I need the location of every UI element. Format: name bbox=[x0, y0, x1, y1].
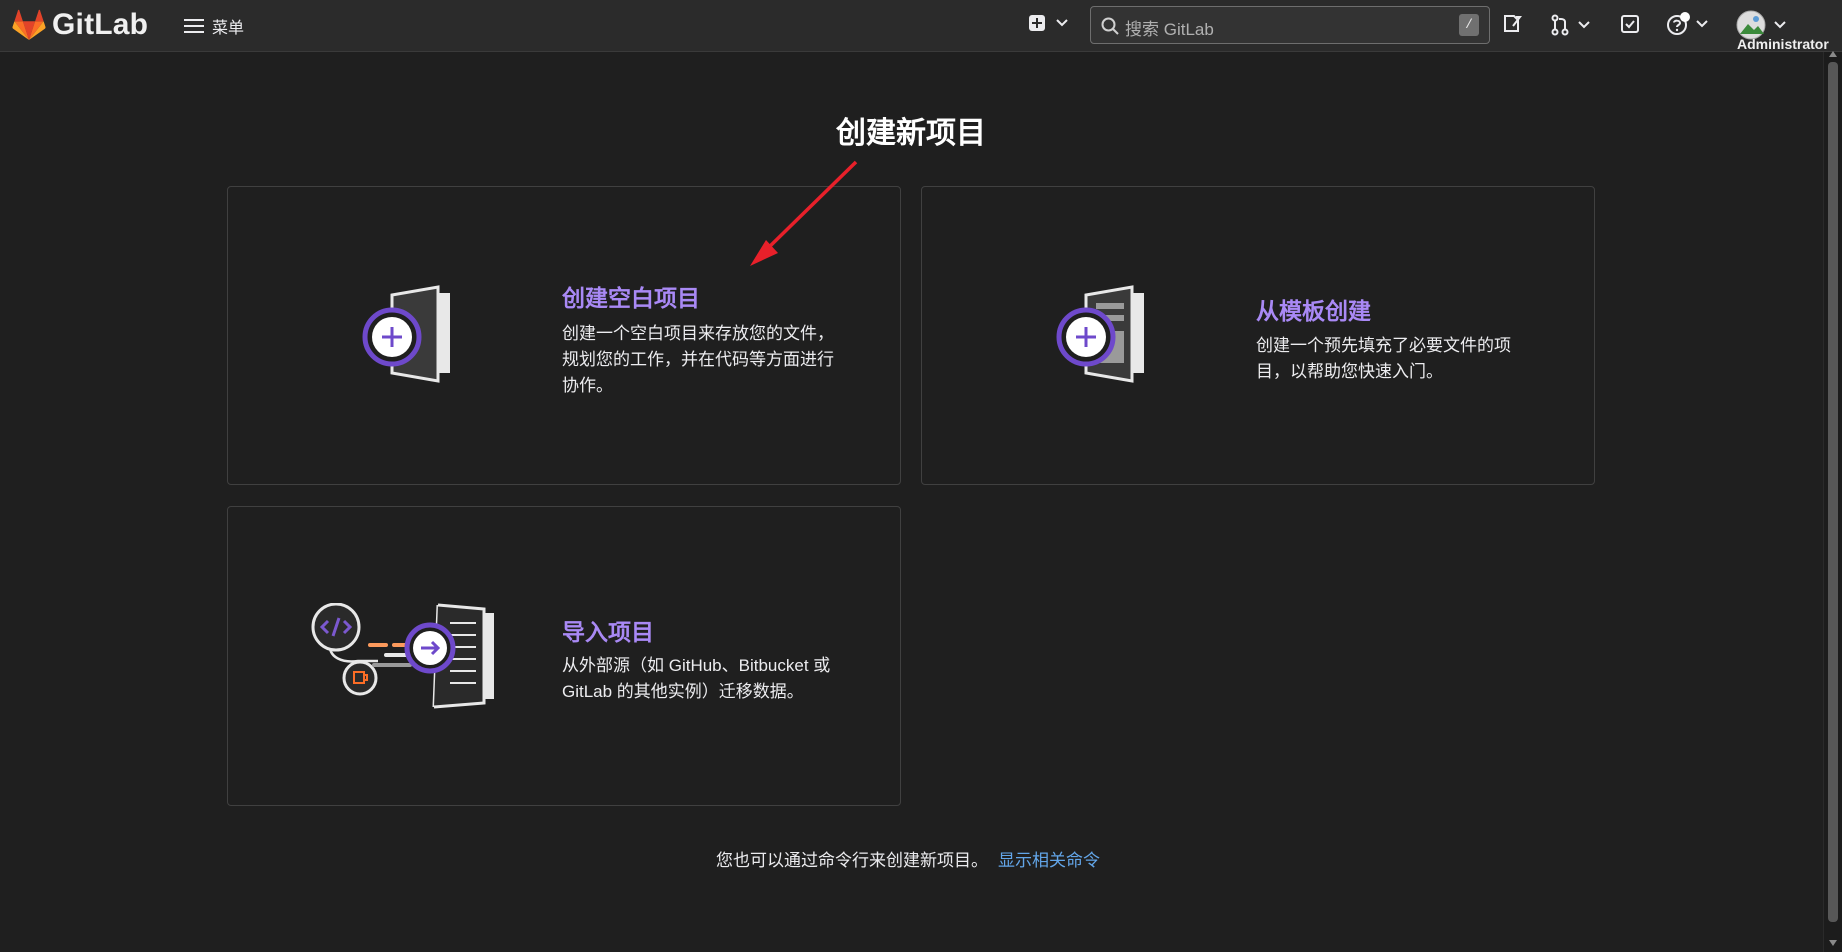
menu-label: 菜单 bbox=[212, 20, 245, 37]
import-project-card[interactable]: 导入项目 从外部源（如 GitHub、Bitbucket 或 GitLab 的其… bbox=[227, 506, 901, 806]
scrollbar-thumb[interactable] bbox=[1828, 62, 1838, 922]
issues-icon[interactable] bbox=[1502, 14, 1522, 34]
cli-hint: 您也可以通过命令行来创建新项目。 显示相关命令 bbox=[716, 846, 1100, 871]
chevron-down-icon bbox=[1774, 21, 1786, 29]
help-dropdown[interactable] bbox=[1666, 12, 1708, 36]
todo-checkbox-icon[interactable] bbox=[1620, 14, 1640, 34]
chevron-down-icon bbox=[1578, 21, 1590, 29]
scroll-down-arrow-icon[interactable] bbox=[1829, 940, 1837, 946]
new-dropdown-button[interactable] bbox=[1028, 14, 1068, 32]
card-description: 从外部源（如 GitHub、Bitbucket 或 GitLab 的其他实例）迁… bbox=[562, 656, 831, 701]
brand-name: GitLab bbox=[52, 8, 149, 41]
search-placeholder: 搜索 GitLab bbox=[1125, 20, 1214, 39]
chevron-down-icon bbox=[1696, 20, 1708, 28]
create-blank-project-card[interactable]: 创建空白项目 创建一个空白项目来存放您的文件， 规划您的工作，并在代码等方面进行… bbox=[227, 186, 901, 485]
search-shortcut-badge: / bbox=[1459, 14, 1479, 36]
gitlab-home-link[interactable]: GitLab bbox=[12, 8, 148, 42]
blank-project-illustration-icon bbox=[362, 285, 450, 383]
card-title: 创建空白项目 bbox=[562, 285, 700, 311]
merge-request-icon bbox=[1551, 14, 1569, 36]
card-title: 导入项目 bbox=[562, 619, 654, 645]
search-input[interactable]: 搜索 GitLab / bbox=[1090, 6, 1490, 44]
merge-requests-dropdown[interactable] bbox=[1550, 14, 1590, 36]
search-icon bbox=[1101, 17, 1119, 35]
main-menu-button[interactable]: 菜单 bbox=[184, 14, 244, 38]
template-illustration-icon bbox=[1056, 285, 1144, 383]
user-name: Administrator bbox=[1737, 36, 1829, 52]
create-from-template-card[interactable]: 从模板创建 创建一个预先填充了必要文件的项 目，以帮助您快速入门。 bbox=[921, 186, 1595, 485]
plus-square-icon bbox=[1029, 15, 1045, 31]
hamburger-icon bbox=[184, 19, 204, 33]
import-project-illustration-icon bbox=[311, 603, 494, 709]
page-title: 创建新项目 bbox=[836, 117, 986, 150]
top-navbar: GitLab 菜单 搜索 GitLab / Administrator bbox=[0, 0, 1842, 52]
card-description: 创建一个空白项目来存放您的文件， 规划您的工作，并在代码等方面进行 协作。 bbox=[562, 324, 834, 395]
chevron-down-icon bbox=[1056, 19, 1068, 27]
help-icon bbox=[1667, 12, 1690, 35]
card-description: 创建一个预先填充了必要文件的项 目，以帮助您快速入门。 bbox=[1256, 336, 1511, 381]
show-commands-link[interactable]: 显示相关命令 bbox=[998, 851, 1100, 870]
scroll-up-arrow-icon[interactable] bbox=[1829, 51, 1837, 57]
card-title: 从模板创建 bbox=[1256, 298, 1371, 324]
gitlab-logo-icon bbox=[12, 9, 46, 41]
page-scrollbar[interactable] bbox=[1823, 51, 1842, 952]
cli-hint-text: 您也可以通过命令行来创建新项目。 bbox=[716, 851, 988, 870]
